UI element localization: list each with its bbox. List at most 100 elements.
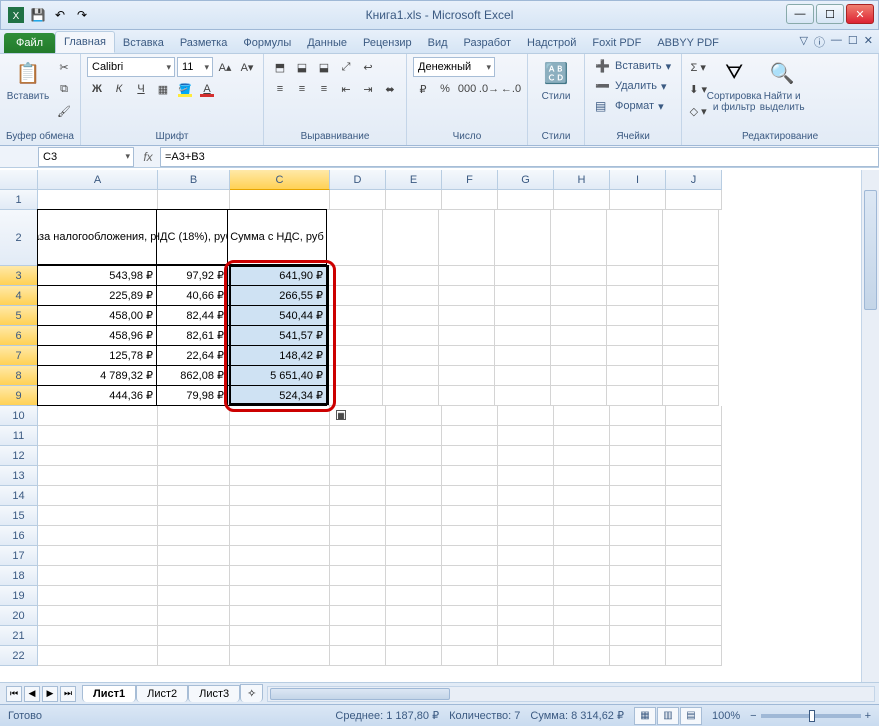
cell[interactable] bbox=[554, 466, 610, 486]
cell[interactable] bbox=[498, 546, 554, 566]
cell[interactable] bbox=[495, 366, 551, 386]
cell[interactable]: 540,44 ₽ bbox=[227, 305, 327, 326]
insert-cells-button[interactable]: ➕Вставить ▾ bbox=[591, 57, 675, 75]
cell[interactable]: 266,55 ₽ bbox=[227, 285, 327, 306]
cell[interactable] bbox=[551, 346, 607, 366]
cell[interactable] bbox=[442, 506, 498, 526]
cell[interactable] bbox=[439, 306, 495, 326]
cell[interactable] bbox=[666, 566, 722, 586]
cell[interactable] bbox=[386, 526, 442, 546]
number-format-combo[interactable]: Денежный bbox=[413, 57, 495, 77]
cell[interactable] bbox=[330, 526, 386, 546]
cell[interactable] bbox=[442, 426, 498, 446]
sheet-tab-2[interactable]: Лист2 bbox=[136, 685, 188, 702]
cell[interactable] bbox=[495, 286, 551, 306]
align-center-icon[interactable]: ≡ bbox=[292, 79, 312, 99]
styles-button[interactable]: 🔠 Стили bbox=[534, 57, 578, 102]
cell[interactable] bbox=[330, 426, 386, 446]
cell[interactable] bbox=[610, 446, 666, 466]
cell[interactable] bbox=[495, 346, 551, 366]
row-header-9[interactable]: 9 bbox=[0, 386, 38, 406]
cell[interactable] bbox=[442, 466, 498, 486]
cell[interactable] bbox=[330, 190, 386, 210]
cell[interactable] bbox=[442, 586, 498, 606]
cell[interactable]: 225,89 ₽ bbox=[37, 285, 157, 306]
cell[interactable] bbox=[330, 446, 386, 466]
row-header-3[interactable]: 3 bbox=[0, 266, 38, 286]
cell[interactable] bbox=[610, 526, 666, 546]
cell[interactable] bbox=[663, 286, 719, 306]
cell[interactable] bbox=[495, 266, 551, 286]
cell[interactable] bbox=[386, 486, 442, 506]
cell[interactable] bbox=[551, 326, 607, 346]
row-header-13[interactable]: 13 bbox=[0, 466, 38, 486]
cell[interactable] bbox=[230, 566, 330, 586]
cell[interactable] bbox=[607, 306, 663, 326]
wrap-text-icon[interactable]: ↩ bbox=[358, 57, 378, 77]
cell[interactable] bbox=[554, 446, 610, 466]
column-header-D[interactable]: D bbox=[330, 170, 386, 190]
redo-icon[interactable]: ↷ bbox=[73, 6, 91, 24]
column-header-H[interactable]: H bbox=[554, 170, 610, 190]
cell[interactable] bbox=[498, 190, 554, 210]
row-header-14[interactable]: 14 bbox=[0, 486, 38, 506]
cell[interactable] bbox=[158, 586, 230, 606]
cell[interactable]: 97,92 ₽ bbox=[156, 265, 228, 286]
cell[interactable] bbox=[327, 346, 383, 366]
cell[interactable] bbox=[386, 586, 442, 606]
cell[interactable] bbox=[386, 566, 442, 586]
cell[interactable]: 82,44 ₽ bbox=[156, 305, 228, 326]
cell[interactable] bbox=[551, 386, 607, 406]
column-header-B[interactable]: B bbox=[158, 170, 230, 190]
cell[interactable] bbox=[663, 366, 719, 386]
cell[interactable] bbox=[663, 386, 719, 406]
help-icon[interactable]: ⓘ bbox=[814, 34, 825, 50]
cell[interactable] bbox=[554, 426, 610, 446]
cell[interactable] bbox=[158, 486, 230, 506]
sheet-tab-3[interactable]: Лист3 bbox=[188, 685, 240, 702]
sort-filter-button[interactable]: ᗊ Сортировка и фильтр bbox=[712, 57, 756, 113]
comma-icon[interactable]: 000 bbox=[457, 79, 477, 99]
maximize-button[interactable]: ☐ bbox=[816, 4, 844, 24]
cell[interactable] bbox=[551, 266, 607, 286]
tab-file[interactable]: Файл bbox=[4, 33, 55, 53]
fill-icon[interactable]: ⬇ ▾ bbox=[688, 79, 708, 99]
cell[interactable] bbox=[607, 346, 663, 366]
tab-developer[interactable]: Разработ bbox=[456, 33, 519, 53]
cell[interactable] bbox=[383, 326, 439, 346]
cell[interactable]: 5 651,40 ₽ bbox=[227, 365, 327, 386]
cell[interactable] bbox=[666, 190, 722, 210]
cell[interactable] bbox=[158, 426, 230, 446]
row-header-21[interactable]: 21 bbox=[0, 626, 38, 646]
page-break-view-icon[interactable]: ▤ bbox=[680, 707, 702, 725]
cell[interactable] bbox=[230, 586, 330, 606]
cell[interactable] bbox=[230, 486, 330, 506]
vertical-scroll-thumb[interactable] bbox=[864, 190, 877, 310]
cell[interactable] bbox=[666, 406, 722, 426]
cell[interactable] bbox=[38, 506, 158, 526]
cell[interactable] bbox=[498, 486, 554, 506]
align-bottom-icon[interactable]: ⬓ bbox=[314, 57, 334, 77]
cell[interactable] bbox=[439, 346, 495, 366]
tab-formulas[interactable]: Формулы bbox=[235, 33, 299, 53]
cell[interactable] bbox=[230, 526, 330, 546]
cell[interactable] bbox=[330, 566, 386, 586]
zoom-level[interactable]: 100% bbox=[712, 710, 740, 722]
cell[interactable] bbox=[666, 506, 722, 526]
tab-foxit[interactable]: Foxit PDF bbox=[584, 33, 649, 53]
cell[interactable] bbox=[666, 606, 722, 626]
cell[interactable] bbox=[327, 306, 383, 326]
cell[interactable] bbox=[158, 446, 230, 466]
undo-icon[interactable]: ↶ bbox=[51, 6, 69, 24]
cell[interactable] bbox=[666, 646, 722, 666]
tab-insert[interactable]: Вставка bbox=[115, 33, 172, 53]
cell[interactable] bbox=[551, 366, 607, 386]
cell[interactable] bbox=[498, 426, 554, 446]
cell[interactable] bbox=[442, 626, 498, 646]
cell[interactable] bbox=[158, 506, 230, 526]
cell[interactable] bbox=[439, 266, 495, 286]
cell[interactable]: 4 789,32 ₽ bbox=[37, 365, 157, 386]
decrease-font-icon[interactable]: A▾ bbox=[237, 57, 257, 77]
row-header-8[interactable]: 8 bbox=[0, 366, 38, 386]
cell[interactable] bbox=[554, 566, 610, 586]
